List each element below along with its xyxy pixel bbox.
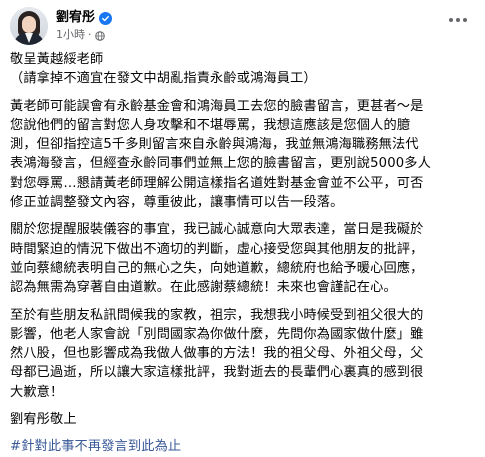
separator-dot: · xyxy=(88,28,92,41)
author-meta: 劉宥彤 1小時 · xyxy=(56,10,113,42)
more-options-icon[interactable] xyxy=(445,12,471,28)
post-timestamp[interactable]: 1小時 xyxy=(56,27,85,42)
post-subtitle: （請拿掉不適宜在發文中胡亂指責永齡或鴻海員工） xyxy=(10,71,317,87)
avatar[interactable] xyxy=(10,7,48,45)
post-body: 敬呈黃越綏老師 （請拿掉不適宜在發文中胡亂指責永齡或鴻海員工） 黃老師可能誤會有… xyxy=(10,50,475,457)
post-salutation: 敬呈黃越綏老師 xyxy=(10,52,104,67)
facebook-post: 劉宥彤 1小時 · 敬呈黃越綏老師 （請拿掉不適宜在發文中胡亂指責永齡或鴻海員工… xyxy=(0,0,485,454)
post-signature: 劉宥彤敬上 xyxy=(10,412,77,428)
globe-icon[interactable] xyxy=(94,30,105,41)
post-header: 劉宥彤 1小時 · xyxy=(10,6,113,46)
verified-badge-icon xyxy=(99,11,113,25)
post-paragraph-1: 黃老師可能誤會有永齡基金會和鴻海員工去您的臉書留言，更甚者～是 您說他們的留言對… xyxy=(10,98,431,211)
post-paragraph-3: 至於有些朋友私訊問候我的家教，祖宗，我想我小時候受到祖父很大的 影響，他老人家會… xyxy=(10,307,424,400)
author-name[interactable]: 劉宥彤 xyxy=(56,10,95,26)
post-paragraph-2: 關於您提醒服裝儀容的事宜，我已誠心誠意向大眾表達，當日是我礙於 時間緊迫的情況下… xyxy=(10,222,424,296)
